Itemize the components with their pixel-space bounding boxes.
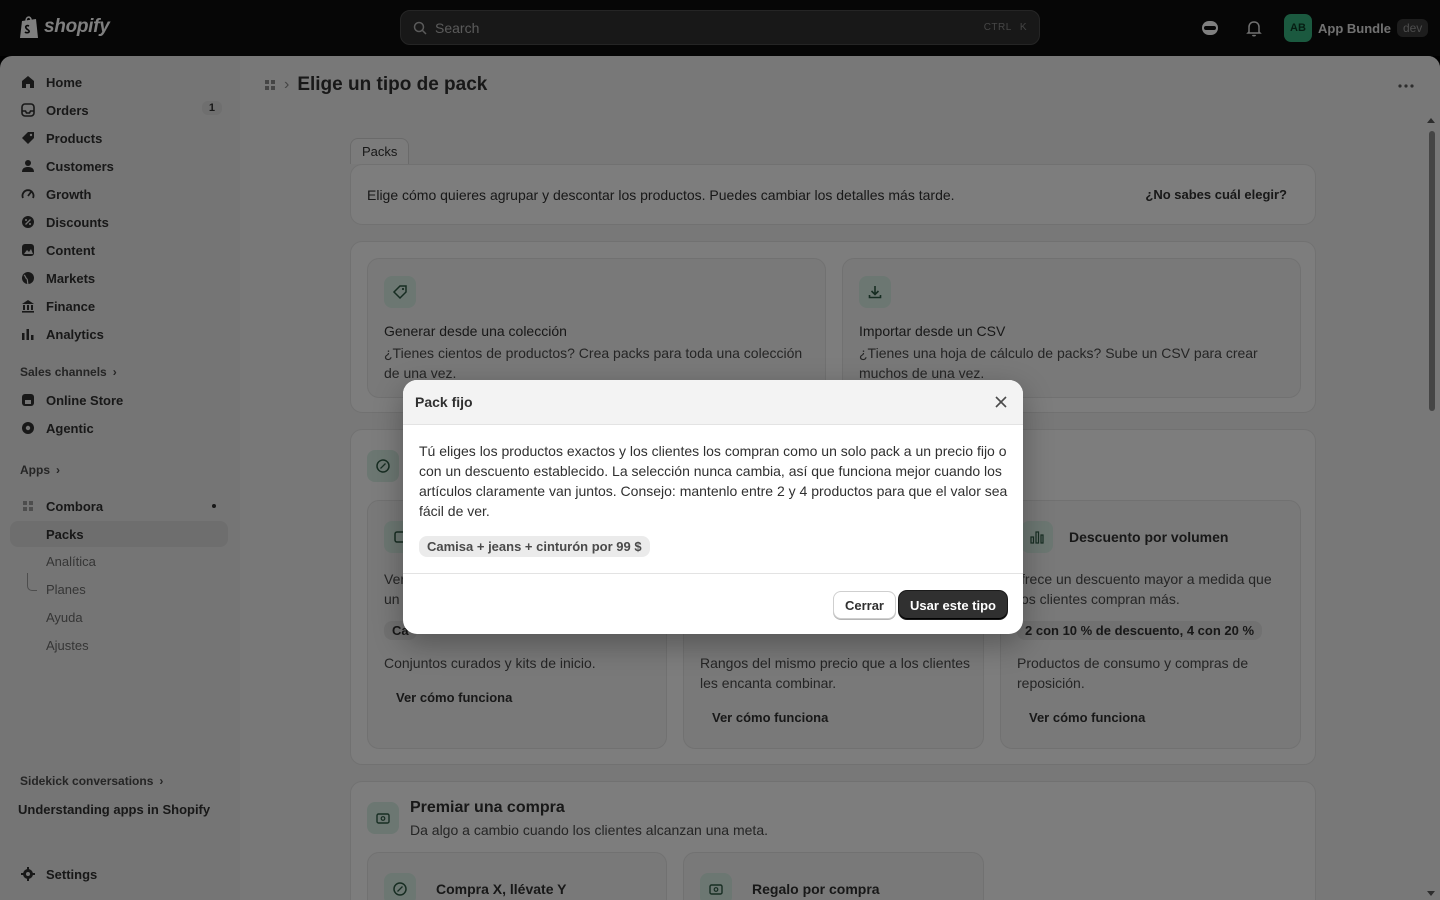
modal-title: Pack fijo	[415, 394, 473, 410]
pack-type-modal: Pack fijo Tú eliges los productos exacto…	[403, 380, 1023, 634]
modal-header: Pack fijo	[403, 380, 1023, 425]
example-pill: Camisa + jeans + cinturón por 99 $	[419, 536, 650, 557]
modal-body-text: Tú eliges los productos exactos y los cl…	[419, 443, 1008, 519]
close-button[interactable]: Cerrar	[832, 591, 896, 619]
modal-footer: Cerrar Usar este tipo	[403, 573, 1023, 634]
close-icon[interactable]	[993, 394, 1009, 410]
use-this-type-button[interactable]: Usar este tipo	[899, 591, 1007, 619]
